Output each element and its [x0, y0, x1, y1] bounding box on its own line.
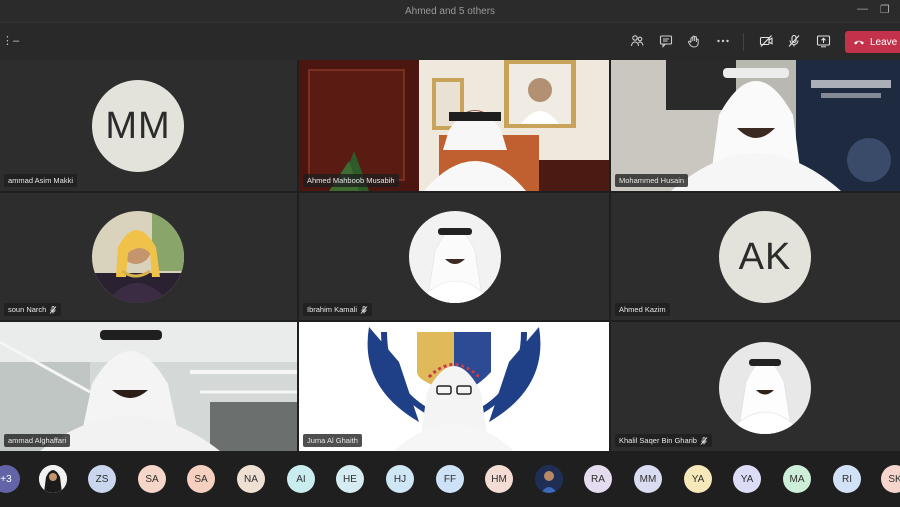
participant-video-tile[interactable]: Mohammed Husain: [611, 60, 900, 191]
participant-chip[interactable]: YA: [733, 465, 761, 493]
hangup-icon: [854, 40, 864, 45]
video-frame: [299, 60, 609, 191]
avatar: [409, 211, 501, 303]
avatar-initials: AK: [738, 235, 792, 278]
participants-icon[interactable]: [628, 32, 646, 50]
leave-label: Leave: [870, 36, 898, 48]
participant-chip[interactable]: YA: [684, 465, 712, 493]
muted-mic-icon: [50, 305, 57, 314]
avatar: [719, 342, 811, 434]
video-frame: [0, 322, 297, 451]
avatar-photo: [535, 465, 563, 493]
window-title: Ahmed and 5 others: [404, 5, 496, 17]
participant-tile[interactable]: Khalil Saqer Bin Gharib: [611, 322, 900, 451]
participant-video-tile[interactable]: Ahmed Mahboob Musabih: [299, 60, 609, 191]
participant-chip[interactable]: HJ: [386, 465, 414, 493]
avatar-initials: MM: [105, 104, 171, 147]
participant-chip[interactable]: AI: [287, 465, 315, 493]
participant-chip[interactable]: NA: [237, 465, 265, 493]
participant-chip[interactable]: SA: [187, 465, 215, 493]
participant-video-tile[interactable]: ammad Alghaffari: [0, 322, 297, 451]
participant-chip-photo[interactable]: [535, 465, 563, 493]
participant-chip-photo[interactable]: [39, 465, 67, 493]
participant-video-tile[interactable]: Juma Al Ghaith: [299, 322, 609, 451]
participant-chip[interactable]: SK: [881, 465, 900, 493]
participant-tile[interactable]: MM ammad Asim Makki: [0, 60, 297, 191]
participant-chip[interactable]: MA: [783, 465, 811, 493]
muted-mic-icon: [360, 305, 368, 314]
video-frame: [611, 60, 900, 191]
avatar: AK: [719, 211, 811, 303]
restore-button[interactable]: ❐: [880, 3, 890, 16]
toolbar-divider: [743, 33, 744, 51]
participant-name-tag: soun Narch: [4, 303, 62, 316]
raise-hand-icon[interactable]: [685, 32, 703, 50]
participant-name: ammad Alghaffari: [8, 436, 67, 445]
avatar: MM: [92, 80, 184, 172]
participant-name-tag: Juma Al Ghaith: [303, 434, 362, 447]
participant-tile[interactable]: soun Narch: [0, 193, 297, 320]
participant-chip[interactable]: SA: [138, 465, 166, 493]
leave-button[interactable]: Leave: [845, 31, 900, 53]
participant-name-tag: Mohammed Husain: [615, 174, 689, 187]
participant-strip: +3 ZS SA SA NA AI HE HJ FF HM RA MM YA Y…: [0, 451, 900, 507]
participant-name: ammad Asim Makki: [8, 176, 74, 185]
participant-chip[interactable]: HM: [485, 465, 513, 493]
participant-name: Juma Al Ghaith: [307, 436, 358, 445]
participant-tile[interactable]: Ibrahim Kamali: [299, 193, 609, 320]
video-frame: [299, 322, 609, 451]
more-actions-icon[interactable]: [714, 32, 732, 50]
chat-icon[interactable]: [657, 32, 675, 50]
participant-name: Mohammed Husain: [619, 176, 685, 185]
participant-chip[interactable]: MM: [634, 465, 662, 493]
window-titlebar: Ahmed and 5 others — ❐: [0, 0, 900, 22]
participant-chip[interactable]: FF: [436, 465, 464, 493]
share-screen-icon[interactable]: [814, 32, 832, 50]
camera-off-icon[interactable]: [757, 32, 775, 50]
participant-chip[interactable]: RA: [584, 465, 612, 493]
participant-chip[interactable]: ZS: [88, 465, 116, 493]
avatar-photo: [39, 465, 67, 493]
participant-chip[interactable]: RI: [833, 465, 861, 493]
participant-name: Ibrahim Kamali: [307, 305, 358, 314]
participant-name-tag: Khalil Saqer Bin Gharib: [615, 434, 712, 447]
participant-name: Khalil Saqer Bin Gharib: [619, 436, 697, 445]
participant-name-tag: ammad Asim Makki: [4, 174, 78, 187]
more-options-left[interactable]: ⋮–: [2, 34, 19, 47]
participant-name-tag: Ahmed Mahboob Musabih: [303, 174, 399, 187]
participant-name-tag: Ibrahim Kamali: [303, 303, 373, 316]
meeting-toolbar: ⋮– Leave: [0, 22, 900, 60]
minimize-button[interactable]: —: [857, 3, 868, 15]
participant-name: Ahmed Kazim: [619, 305, 666, 314]
overflow-count-chip[interactable]: +3: [0, 465, 20, 493]
participant-chip[interactable]: HE: [336, 465, 364, 493]
participant-name: Ahmed Mahboob Musabih: [307, 176, 395, 185]
video-grid: MM ammad Asim Makki Ahmed Mahboob Musabi…: [0, 60, 900, 451]
avatar: [92, 211, 184, 303]
muted-mic-icon: [700, 436, 708, 445]
participant-name-tag: ammad Alghaffari: [4, 434, 71, 447]
participant-name-tag: Ahmed Kazim: [615, 303, 670, 316]
participant-name: soun Narch: [8, 305, 47, 314]
mic-off-icon[interactable]: [785, 32, 803, 50]
participant-tile[interactable]: AK Ahmed Kazim: [611, 193, 900, 320]
